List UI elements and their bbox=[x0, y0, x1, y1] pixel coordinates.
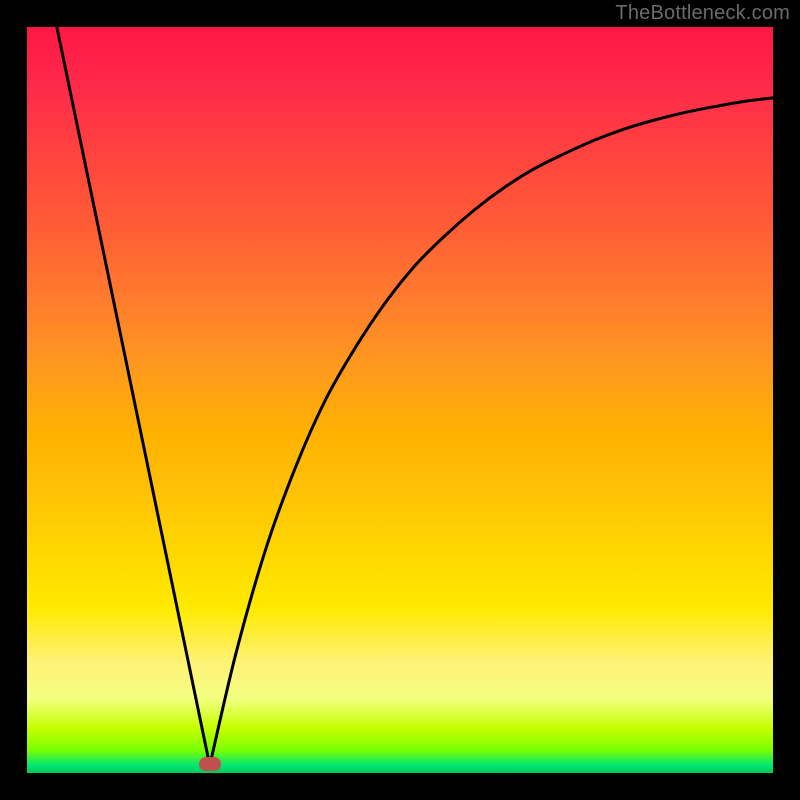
plot-area bbox=[27, 27, 773, 773]
watermark-text: TheBottleneck.com bbox=[615, 2, 790, 25]
chart-frame: TheBottleneck.com bbox=[0, 0, 800, 800]
bottleneck-curve bbox=[57, 27, 773, 766]
chart-svg bbox=[27, 27, 773, 773]
vertex-marker bbox=[199, 757, 221, 771]
